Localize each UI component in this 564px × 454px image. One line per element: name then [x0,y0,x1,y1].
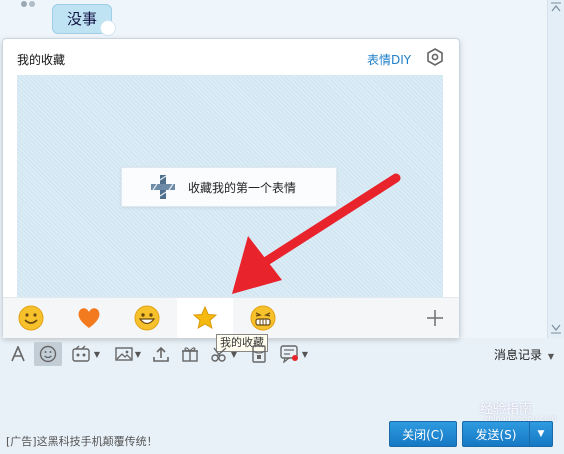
chevron-down-icon: ▼ [537,429,545,439]
emoji-category-tabs [3,297,459,338]
font-icon [11,346,25,362]
emoji-diy-link[interactable]: 表情DIY [367,51,411,68]
ad-link[interactable]: [广告]这黑科技手机颠覆传统！ [6,433,158,449]
chat-bubble-icon [280,345,298,363]
grin-face-icon [134,305,160,331]
chevron-down-icon: ▼ [301,349,309,359]
plus-icon [427,310,443,326]
send-options-button[interactable]: ▼ [529,421,553,447]
avatar [18,0,40,10]
tab-favorites[interactable] [177,298,233,338]
hexagon-settings-icon[interactable] [426,48,444,66]
message-history-button[interactable]: 消息记录 ▼ [494,346,554,363]
upload-icon [153,346,169,362]
tab-heart[interactable] [61,298,117,338]
emoji-panel: 我的收藏 表情DIY 收藏我的第一个表情 [2,38,460,338]
plus-icon [150,174,176,200]
scroll-down-icon[interactable] [550,322,562,334]
gift-button[interactable] [178,342,202,366]
chat-scrollbar[interactable] [547,0,564,338]
more-button[interactable]: ▼ [278,342,310,366]
gif-button[interactable]: ▼ [70,342,102,366]
image-button[interactable]: ▼ [112,342,144,366]
gif-icon [72,345,90,362]
collect-first-emoji-button[interactable]: 收藏我的第一个表情 [121,167,337,207]
chevron-down-icon: ▼ [547,352,554,361]
add-emoji-button[interactable] [419,302,451,334]
message-history-label: 消息记录 [494,348,543,362]
star-icon [192,305,218,330]
gift-icon [182,347,198,362]
chat-message-text: 没事 [66,10,97,28]
collect-label: 收藏我的第一个表情 [188,181,297,195]
send-button[interactable]: 发送(S) [462,421,530,447]
screenshot-button[interactable]: ▼ [208,342,240,366]
upload-button[interactable] [150,342,172,366]
panel-title: 我的收藏 [17,53,66,67]
favorites-content-area: 收藏我的第一个表情 [17,75,443,297]
scissors-icon [211,347,227,362]
close-button[interactable]: 关闭(C) [389,421,457,447]
input-toolbar: ▼ ▼ ▼ ▼ 消息记录 ▼ [0,342,564,368]
tab-grin[interactable] [119,298,175,338]
emoji-button[interactable] [34,342,62,366]
smile-icon [39,345,57,363]
laughing-face-icon [250,305,276,331]
smile-face-icon [18,305,44,331]
red-envelope-icon [252,345,266,363]
chevron-down-icon: ▼ [93,349,101,359]
font-button[interactable] [8,342,28,366]
tab-smile[interactable] [3,298,59,338]
image-icon [115,347,133,361]
bubble-decoration [100,20,116,36]
chevron-down-icon: ▼ [230,349,238,359]
red-envelope-button[interactable] [248,342,270,366]
tab-laughing[interactable] [235,298,291,338]
heart-icon [78,308,100,328]
chevron-down-icon: ▼ [134,349,142,359]
scroll-up-icon[interactable] [550,2,562,14]
